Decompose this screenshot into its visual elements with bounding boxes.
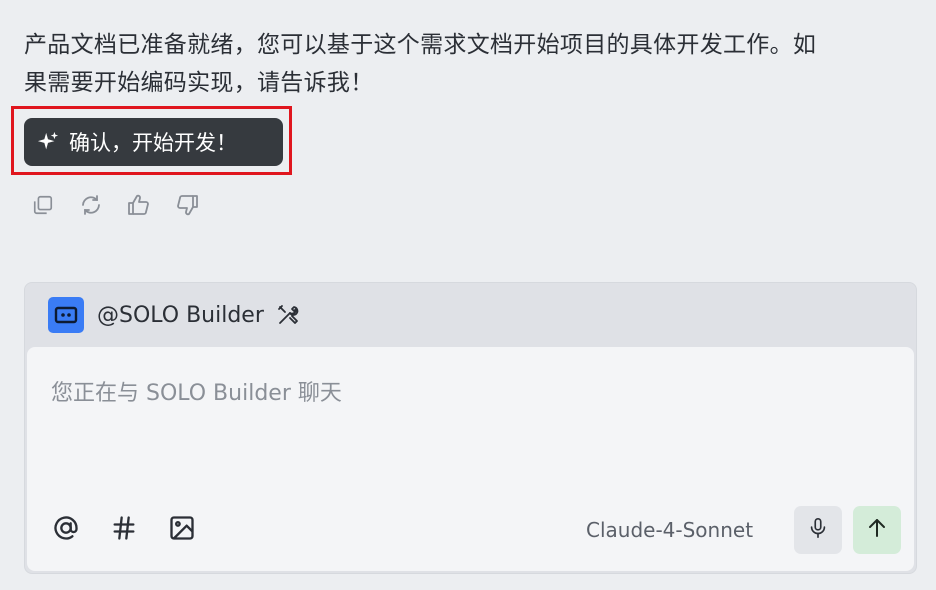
at-mention-icon[interactable] bbox=[51, 513, 81, 543]
composer-header: @SOLO Builder bbox=[25, 283, 916, 347]
confirm-start-development-button[interactable]: 确认，开始开发！ bbox=[24, 118, 283, 166]
send-arrow-icon bbox=[865, 516, 889, 544]
assistant-message: 产品文档已准备就绪，您可以基于这个需求文档开始项目的具体开发工作。如 果需要开始… bbox=[24, 26, 914, 102]
sparkle-icon bbox=[37, 131, 59, 153]
composer-input-area[interactable]: 您正在与 SOLO Builder 聊天 Claude-4-Sonnet bbox=[27, 347, 914, 571]
model-selector[interactable]: Claude-4-Sonnet bbox=[586, 518, 753, 542]
chat-input-placeholder[interactable]: 您正在与 SOLO Builder 聊天 bbox=[51, 375, 342, 407]
image-icon[interactable] bbox=[167, 513, 197, 543]
robot-icon bbox=[48, 297, 84, 333]
copy-icon[interactable] bbox=[30, 192, 56, 218]
tools-icon[interactable] bbox=[276, 303, 300, 327]
message-actions bbox=[30, 192, 200, 218]
chat-page: 产品文档已准备就绪，您可以基于这个需求文档开始项目的具体开发工作。如 果需要开始… bbox=[0, 0, 936, 590]
chat-composer: @SOLO Builder 您正在与 SOLO Builder 聊天 Claud… bbox=[24, 282, 917, 574]
microphone-icon bbox=[807, 515, 829, 545]
regenerate-icon[interactable] bbox=[78, 192, 104, 218]
agent-name: @SOLO Builder bbox=[97, 302, 264, 328]
thumbs-up-icon[interactable] bbox=[126, 192, 152, 218]
message-line-2: 果需要开始编码实现，请告诉我！ bbox=[24, 70, 374, 96]
message-line-1: 产品文档已准备就绪，您可以基于这个需求文档开始项目的具体开发工作。如 bbox=[24, 32, 817, 58]
send-button[interactable] bbox=[853, 506, 901, 554]
thumbs-down-icon[interactable] bbox=[174, 192, 200, 218]
confirm-button-label: 确认，开始开发！ bbox=[69, 131, 237, 155]
microphone-button[interactable] bbox=[794, 506, 842, 554]
composer-toolbar bbox=[51, 513, 197, 543]
hashtag-icon[interactable] bbox=[109, 513, 139, 543]
